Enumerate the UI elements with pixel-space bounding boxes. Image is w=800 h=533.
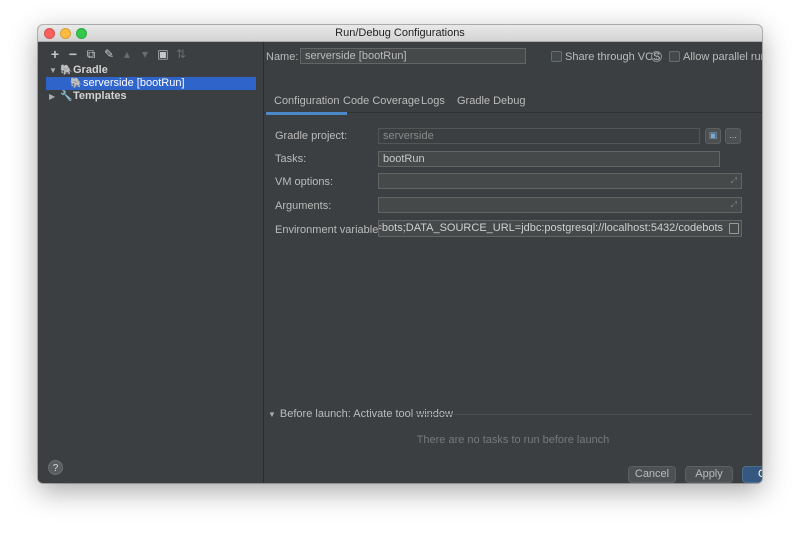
help-button[interactable]: ? <box>48 460 63 475</box>
move-up-icon[interactable]: ▴ <box>120 47 134 61</box>
tasks-label: Tasks: <box>275 153 307 165</box>
name-label: Name: <box>266 51 299 63</box>
configurations-sidebar: + − ⧉ ✎ ▴ ▾ ▣ ⇅ ▼ 🐘 Gradle 🐘 serverside … <box>38 42 264 483</box>
allow-parallel-label[interactable]: Allow parallel run <box>683 51 762 63</box>
chevron-right-icon[interactable]: ▶ <box>49 90 55 103</box>
window-controls <box>44 28 87 39</box>
arguments-field[interactable]: ⤢ <box>378 197 742 213</box>
name-field[interactable]: serverside [bootRun] <box>300 48 526 64</box>
close-window-button[interactable] <box>44 28 55 39</box>
browse-button[interactable]: ... <box>725 128 741 144</box>
tree-label-serverside: serverside [bootRun] <box>83 77 185 89</box>
tab-configuration[interactable]: Configuration <box>265 95 348 115</box>
vm-options-field[interactable]: ⤢ <box>378 173 742 189</box>
expand-icon[interactable]: ⤢ <box>731 174 737 188</box>
gradle-project-field[interactable]: serverside <box>378 128 700 144</box>
tasks-field[interactable]: bootRun <box>378 151 720 167</box>
arguments-label: Arguments: <box>275 200 332 212</box>
gradle-elephant-icon: 🐘 <box>70 78 83 89</box>
allow-parallel-checkbox[interactable] <box>669 51 680 62</box>
zoom-window-button[interactable] <box>76 28 87 39</box>
minimize-window-button[interactable] <box>60 28 71 39</box>
configuration-details: Name: serverside [bootRun] Share through… <box>264 42 762 483</box>
add-icon[interactable]: + <box>48 47 62 61</box>
name-row: Name: serverside [bootRun] Share through… <box>264 48 762 68</box>
run-debug-configurations-window: Run/Debug Configurations + − ⧉ ✎ ▴ ▾ ▣ ⇅… <box>38 25 762 483</box>
share-vcs-checkbox[interactable] <box>551 51 562 62</box>
configuration-form: Gradle project: serverside ▣ ... Tasks: … <box>264 114 762 414</box>
copy-icon[interactable]: ⧉ <box>84 47 98 61</box>
section-divider <box>414 414 752 415</box>
gradle-elephant-icon: 🐘 <box>60 65 73 76</box>
folder-icon[interactable]: ▣ <box>156 47 170 61</box>
chevron-down-icon[interactable]: ▼ <box>49 64 57 77</box>
gradle-project-label: Gradle project: <box>275 130 348 142</box>
tab-code-coverage[interactable]: Code Coverage <box>343 95 420 107</box>
ok-button[interactable]: OK <box>742 466 762 483</box>
env-vars-label: Environment variables: <box>275 224 387 236</box>
before-launch-empty-text: There are no tasks to run before launch <box>416 434 610 446</box>
wrench-icon: 🔧 <box>60 91 73 102</box>
move-down-icon[interactable]: ▾ <box>138 47 152 61</box>
env-vars-value: PASSWORD=bots;DATA_SOURCE_URL=jdbc:postg… <box>378 222 723 234</box>
configurations-toolbar: + − ⧉ ✎ ▴ ▾ ▣ ⇅ <box>48 47 188 61</box>
apply-button[interactable]: Apply <box>685 466 733 483</box>
tree-node-serverside[interactable]: 🐘 serverside [bootRun] <box>46 77 256 90</box>
edit-env-vars-icon[interactable] <box>729 223 739 234</box>
sort-icon[interactable]: ⇅ <box>174 47 188 61</box>
share-vcs-label[interactable]: Share through VCS <box>565 51 660 63</box>
tree-label-templates: Templates <box>73 90 127 102</box>
remove-icon[interactable]: − <box>66 47 80 61</box>
cancel-button[interactable]: Cancel <box>628 466 676 483</box>
tree-label-gradle: Gradle <box>73 64 108 76</box>
tab-bar: Configuration Code Coverage Logs Gradle … <box>264 91 762 115</box>
tree-node-gradle[interactable]: ▼ 🐘 Gradle <box>38 64 263 77</box>
tree-node-templates[interactable]: ▶ 🔧 Templates <box>38 90 263 103</box>
title-bar: Run/Debug Configurations <box>38 25 762 42</box>
tab-logs[interactable]: Logs <box>421 95 445 107</box>
env-vars-field[interactable]: PASSWORD=bots;DATA_SOURCE_URL=jdbc:postg… <box>378 220 742 237</box>
chevron-down-icon[interactable]: ▼ <box>268 410 276 419</box>
folder-icon: ▣ <box>708 130 718 140</box>
vm-options-label: VM options: <box>275 176 334 188</box>
before-launch-section: ▼ Before launch: Activate tool window The… <box>264 408 762 466</box>
wrench-icon[interactable]: ✎ <box>102 47 116 61</box>
configurations-tree: ▼ 🐘 Gradle 🐘 serverside [bootRun] ▶ 🔧 Te… <box>38 64 263 103</box>
help-icon[interactable]: ? <box>651 51 662 62</box>
tab-gradle-debug[interactable]: Gradle Debug <box>457 95 526 107</box>
expand-icon[interactable]: ⤢ <box>731 198 737 212</box>
gradle-project-select-button[interactable]: ▣ <box>705 128 721 144</box>
window-title: Run/Debug Configurations <box>335 27 465 39</box>
